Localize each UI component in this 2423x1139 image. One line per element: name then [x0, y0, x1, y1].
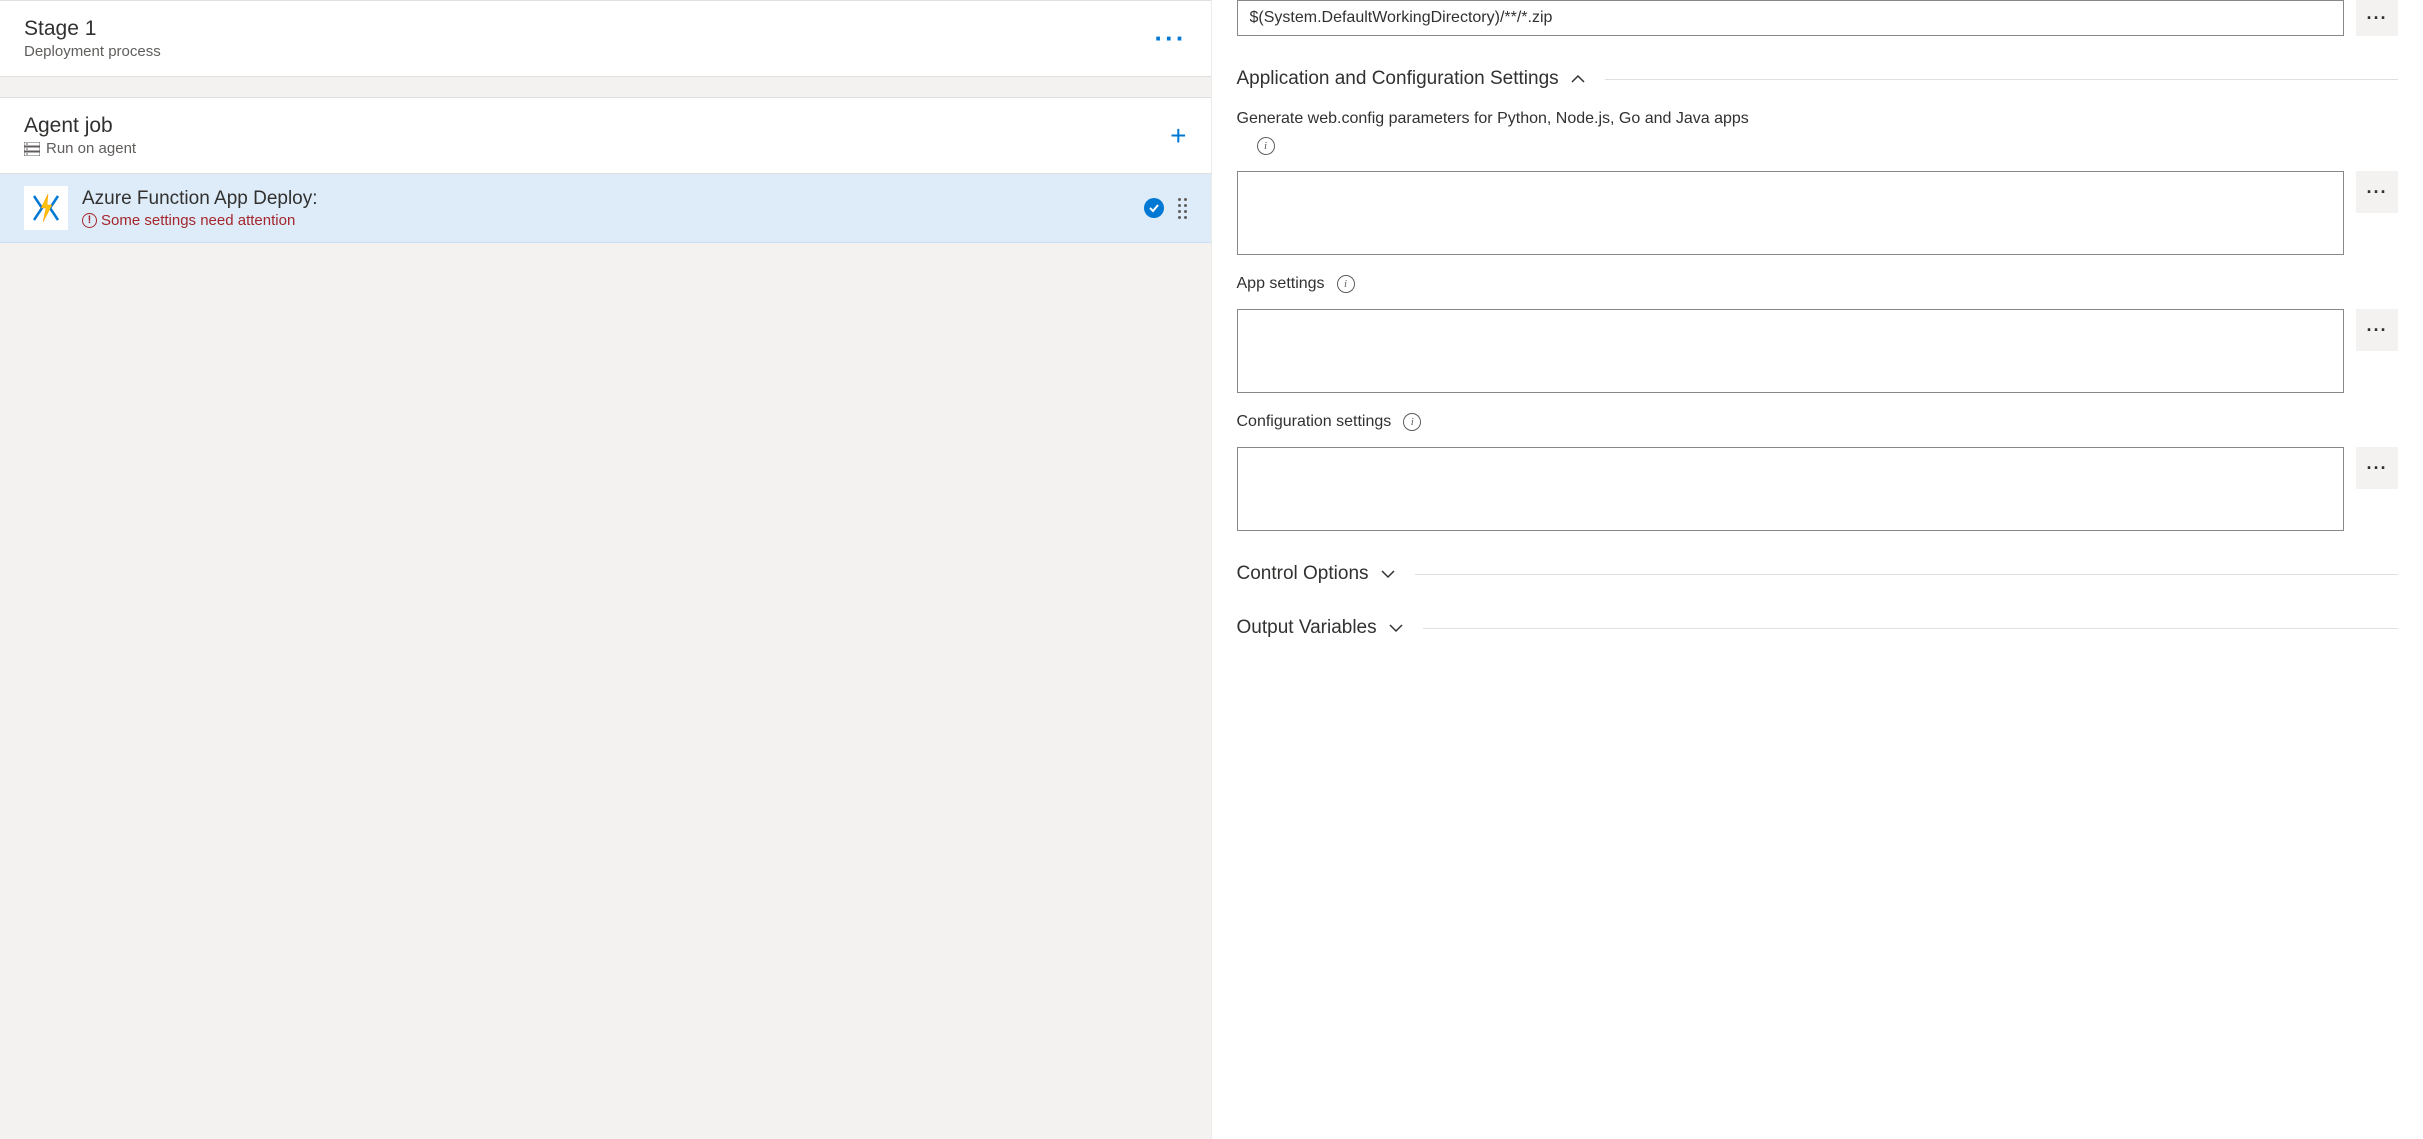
stage-header[interactable]: Stage 1 Deployment process ··· — [0, 0, 1211, 77]
section-title: Control Options — [1237, 563, 1369, 585]
chevron-down-icon — [1389, 620, 1403, 636]
agent-job-title: Agent job — [24, 114, 136, 138]
browse-appsettings-button[interactable]: ··· — [2356, 309, 2398, 351]
browse-configsettings-button[interactable]: ··· — [2356, 447, 2398, 489]
config-settings-input[interactable] — [1237, 447, 2345, 531]
chevron-down-icon — [1381, 566, 1395, 582]
info-icon[interactable]: i — [1403, 413, 1421, 431]
section-title: Output Variables — [1237, 617, 1377, 639]
section-title: Application and Configuration Settings — [1237, 68, 1559, 90]
browse-package-button[interactable]: ··· — [2356, 0, 2398, 36]
section-app-config[interactable]: Application and Configuration Settings — [1237, 68, 2399, 90]
pipeline-left-panel: Stage 1 Deployment process ··· Agent job — [0, 0, 1212, 1139]
package-path-input[interactable] — [1237, 0, 2345, 36]
stage-subtitle: Deployment process — [24, 43, 161, 60]
config-settings-label: Configuration settings — [1237, 413, 1392, 431]
warning-icon: ! — [82, 213, 97, 228]
drag-handle-icon[interactable] — [1178, 198, 1187, 219]
section-output-variables[interactable]: Output Variables — [1237, 617, 2399, 639]
task-warning: ! Some settings need attention — [82, 212, 1130, 229]
agent-job-row[interactable]: Agent job Run on agent — [0, 97, 1211, 174]
add-task-icon[interactable]: + — [1170, 122, 1186, 150]
app-settings-label: App settings — [1237, 275, 1325, 293]
stage-title: Stage 1 — [24, 17, 161, 41]
chevron-up-icon — [1571, 71, 1585, 87]
task-check-icon — [1144, 198, 1164, 218]
browse-webconfig-button[interactable]: ··· — [2356, 171, 2398, 213]
agent-job-subtitle: Run on agent — [46, 140, 136, 157]
azure-function-icon — [24, 186, 68, 230]
web-config-input[interactable] — [1237, 171, 2345, 255]
task-title: Azure Function App Deploy: — [82, 188, 1130, 210]
task-row[interactable]: Azure Function App Deploy: ! Some settin… — [0, 174, 1211, 243]
info-icon[interactable]: i — [1337, 275, 1355, 293]
stage-more-icon[interactable]: ··· — [1155, 35, 1187, 43]
info-icon[interactable]: i — [1257, 137, 1275, 155]
section-control-options[interactable]: Control Options — [1237, 563, 2399, 585]
web-config-label: Generate web.config parameters for Pytho… — [1237, 110, 2399, 128]
app-settings-input[interactable] — [1237, 309, 2345, 393]
task-settings-panel: ··· Application and Configuration Settin… — [1212, 0, 2423, 1139]
server-icon — [24, 142, 40, 156]
